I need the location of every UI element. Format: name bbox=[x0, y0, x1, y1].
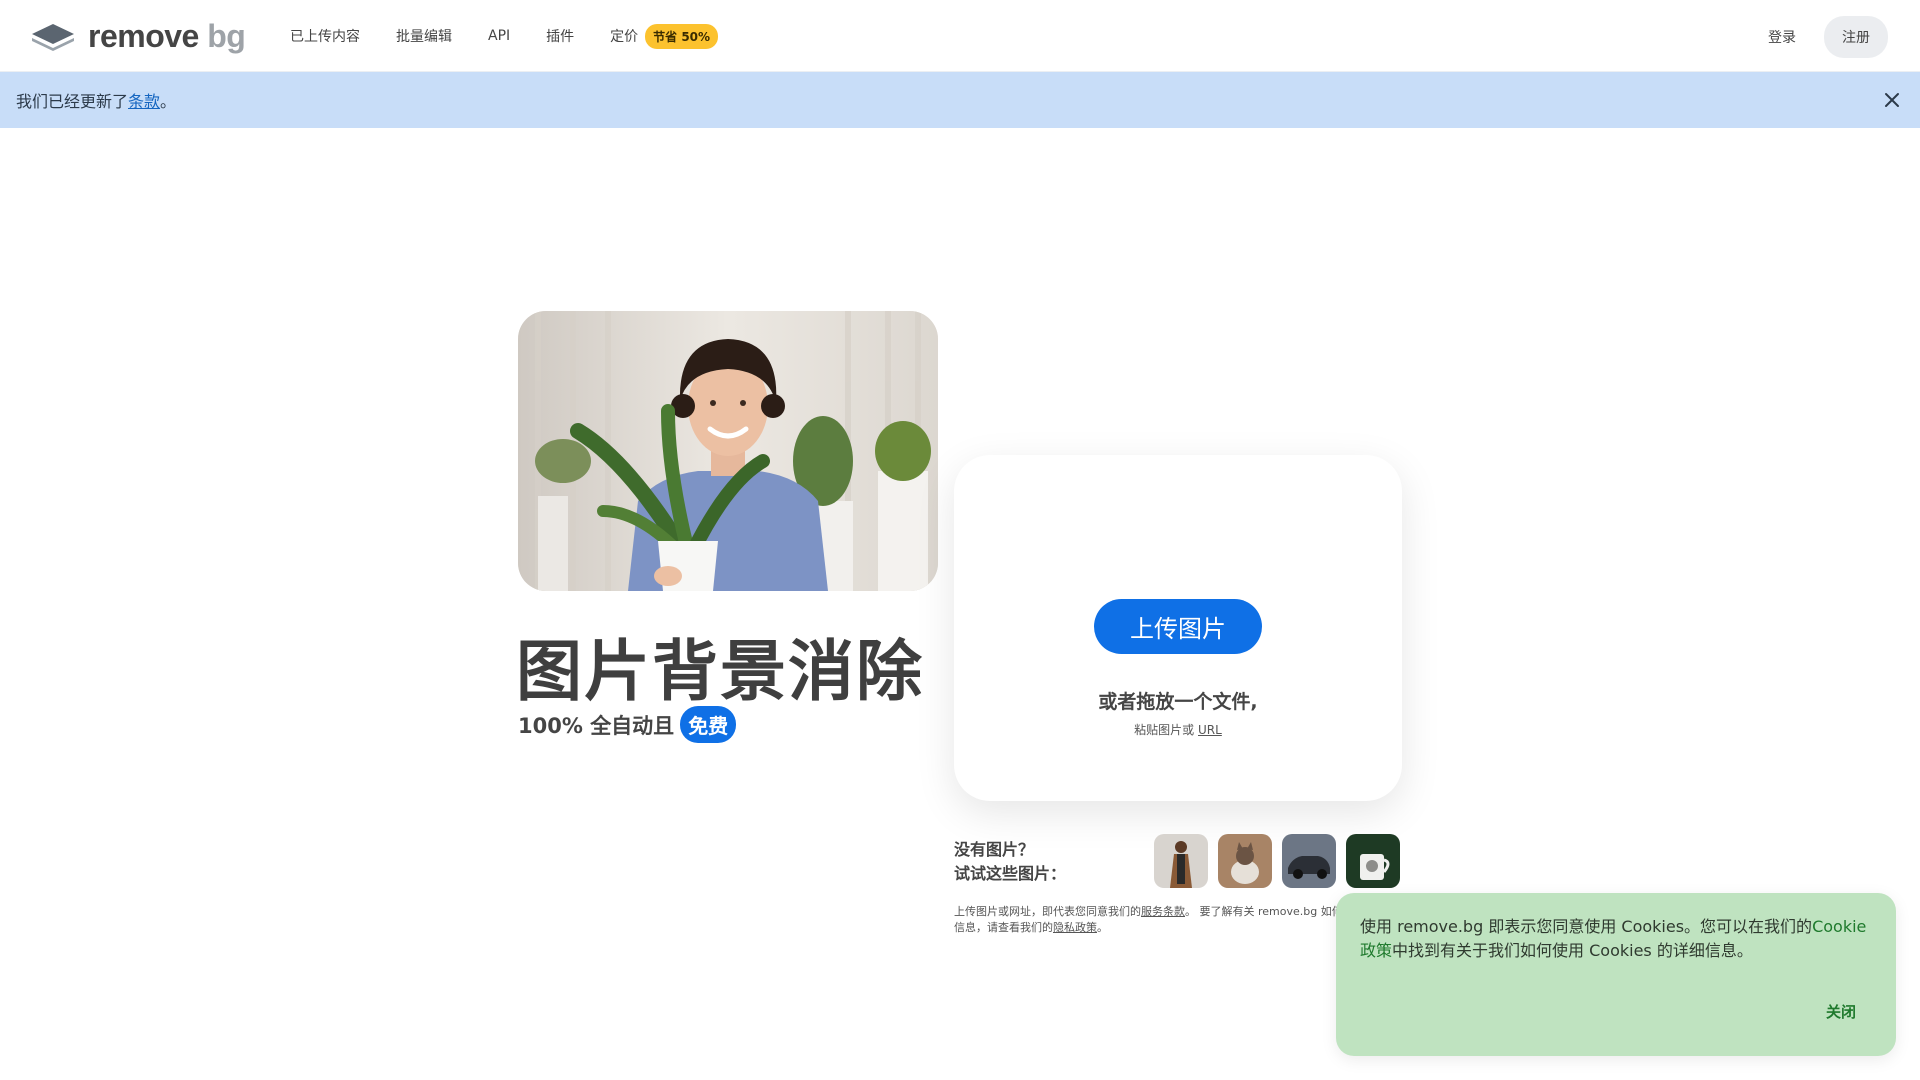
close-icon[interactable] bbox=[1880, 88, 1904, 112]
sample-image-car[interactable] bbox=[1282, 834, 1336, 888]
sample-woman-thumb bbox=[1154, 834, 1208, 888]
drop-file-text: 或者拖放一个文件, bbox=[1098, 691, 1258, 713]
nav-plugins[interactable]: 插件 bbox=[546, 26, 574, 46]
upload-image-button[interactable]: 上传图片 bbox=[1094, 599, 1262, 654]
nav-bulk-edit[interactable]: 批量编辑 bbox=[396, 26, 452, 46]
sample-image-woman[interactable] bbox=[1154, 834, 1208, 888]
paste-hint-prefix: 粘贴图片或 bbox=[1134, 723, 1195, 737]
legal-text-3: 。 bbox=[1097, 921, 1108, 934]
top-header: remove bg 已上传内容 批量编辑 API 插件 定价 节省 50% 登录… bbox=[0, 0, 1920, 72]
account-actions: 登录 注册 bbox=[1754, 16, 1888, 58]
logo-icon bbox=[32, 23, 74, 51]
hero-subtitle-text: 100% 全自动且 bbox=[518, 713, 675, 738]
no-image-prompt: 没有图片？ 试试这些图片： bbox=[954, 838, 1066, 886]
notice-suffix: 。 bbox=[160, 92, 177, 111]
legal-text-1: 上传图片或网址，即代表您同意我们的 bbox=[954, 905, 1141, 918]
hero-subtitle: 100% 全自动且 免费 bbox=[518, 706, 737, 743]
nav-pricing-label: 定价 bbox=[610, 29, 639, 45]
nav-api[interactable]: API bbox=[488, 28, 510, 44]
main-nav: 已上传内容 批量编辑 API 插件 定价 节省 50% bbox=[290, 0, 754, 72]
cookie-text-2: 中找到有关于我们如何使用 Cookies 的详细信息。 bbox=[1392, 941, 1753, 960]
upload-dropzone[interactable]: 上传图片 或者拖放一个文件, 粘贴图片或 URL bbox=[954, 455, 1402, 801]
no-image-line1: 没有图片？ bbox=[954, 840, 1035, 859]
discount-badge: 节省 50% bbox=[645, 23, 719, 49]
signup-button[interactable]: 注册 bbox=[1824, 16, 1888, 58]
sample-cat-thumb bbox=[1218, 834, 1272, 888]
cookie-text-1: 使用 remove.bg 即表示您同意使用 Cookies。您可以在我们的 bbox=[1360, 917, 1813, 936]
free-badge: 免费 bbox=[680, 706, 737, 743]
hero-photo-illustration bbox=[518, 311, 938, 591]
sample-car-thumb bbox=[1282, 834, 1336, 888]
login-button[interactable]: 登录 bbox=[1754, 17, 1810, 57]
terms-of-service-link[interactable]: 服务条款 bbox=[1141, 905, 1185, 918]
logo-text: remove bg bbox=[88, 18, 246, 54]
terms-link[interactable]: 条款 bbox=[128, 88, 160, 112]
cookie-close-button[interactable]: 关闭 bbox=[1826, 1001, 1856, 1022]
notice-prefix: 我们已经更新了 bbox=[16, 92, 129, 111]
sample-image-mug[interactable] bbox=[1346, 834, 1400, 888]
sample-image-cat[interactable] bbox=[1218, 834, 1272, 888]
sample-mug-thumb bbox=[1346, 834, 1400, 888]
hero-image bbox=[518, 311, 938, 591]
sample-images bbox=[1154, 834, 1400, 888]
nav-uploads[interactable]: 已上传内容 bbox=[290, 26, 360, 46]
terms-notice-bar: 我们已经更新了 条款。 bbox=[0, 72, 1920, 128]
cookie-text: 使用 remove.bg 即表示您同意使用 Cookies。您可以在我们的Coo… bbox=[1360, 915, 1872, 963]
nav-pricing[interactable]: 定价 节省 50% bbox=[610, 23, 719, 49]
cookie-consent-panel: 使用 remove.bg 即表示您同意使用 Cookies。您可以在我们的Coo… bbox=[1336, 893, 1896, 1056]
paste-hint: 粘贴图片或 URL bbox=[954, 721, 1402, 738]
no-image-line2: 试试这些图片： bbox=[954, 864, 1067, 883]
hero-title: 图片背景消除 bbox=[516, 633, 924, 710]
paste-url-link[interactable]: URL bbox=[1198, 723, 1222, 737]
privacy-policy-link[interactable]: 隐私政策 bbox=[1053, 921, 1097, 934]
logo[interactable]: remove bg bbox=[30, 18, 246, 55]
